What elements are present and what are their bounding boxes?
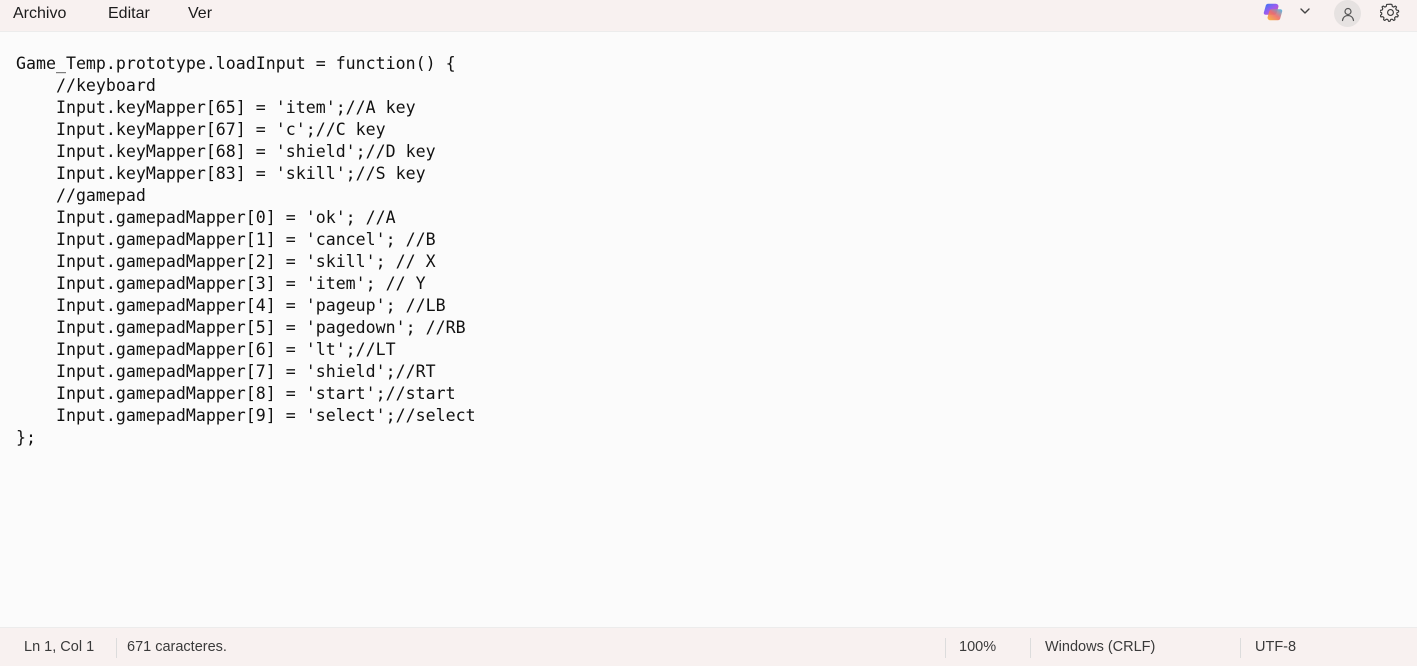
editor-line[interactable]: Input.gamepadMapper[1] = 'cancel'; //B <box>16 229 476 251</box>
editor-line[interactable]: Input.gamepadMapper[0] = 'ok'; //A <box>16 207 476 229</box>
text-editor[interactable]: Game_Temp.prototype.loadInput = function… <box>0 33 1417 627</box>
status-divider <box>116 638 117 658</box>
status-divider <box>1240 638 1241 658</box>
editor-line[interactable]: Input.gamepadMapper[8] = 'start';//start <box>16 383 476 405</box>
editor-line[interactable]: Game_Temp.prototype.loadInput = function… <box>16 53 476 75</box>
editor-line[interactable]: //gamepad <box>16 185 476 207</box>
editor-line[interactable]: Input.gamepadMapper[9] = 'select';//sele… <box>16 405 476 427</box>
editor-line[interactable]: Input.gamepadMapper[4] = 'pageup'; //LB <box>16 295 476 317</box>
editor-text[interactable]: Game_Temp.prototype.loadInput = function… <box>16 53 476 449</box>
editor-line[interactable]: Input.keyMapper[67] = 'c';//C key <box>16 119 476 141</box>
chevron-down-icon[interactable] <box>1298 4 1312 18</box>
character-count: 671 caracteres. <box>127 639 227 655</box>
editor-line[interactable]: Input.gamepadMapper[7] = 'shield';//RT <box>16 361 476 383</box>
copilot-button[interactable] <box>1262 1 1318 23</box>
zoom-level[interactable]: 100% <box>959 639 996 655</box>
editor-line[interactable]: Input.keyMapper[65] = 'item';//A key <box>16 97 476 119</box>
encoding[interactable]: UTF-8 <box>1255 639 1296 655</box>
editor-line[interactable]: Input.gamepadMapper[3] = 'item'; // Y <box>16 273 476 295</box>
menu-file[interactable]: Archivo <box>13 5 66 23</box>
editor-line[interactable]: Input.keyMapper[68] = 'shield';//D key <box>16 141 476 163</box>
menu-edit[interactable]: Editar <box>108 5 150 23</box>
cursor-position: Ln 1, Col 1 <box>24 639 95 655</box>
editor-line[interactable]: Input.gamepadMapper[5] = 'pagedown'; //R… <box>16 317 476 339</box>
editor-line[interactable]: Input.gamepadMapper[6] = 'lt';//LT <box>16 339 476 361</box>
editor-line[interactable]: }; <box>16 427 476 449</box>
status-bar: Ln 1, Col 1 671 caracteres. 100% Windows… <box>0 627 1417 666</box>
person-icon <box>1341 7 1354 21</box>
menu-view[interactable]: Ver <box>188 5 212 23</box>
editor-line[interactable]: Input.gamepadMapper[2] = 'skill'; // X <box>16 251 476 273</box>
line-ending[interactable]: Windows (CRLF) <box>1045 639 1155 655</box>
editor-line[interactable]: Input.keyMapper[83] = 'skill';//S key <box>16 163 476 185</box>
copilot-icon <box>1263 3 1283 21</box>
editor-line[interactable]: //keyboard <box>16 75 476 97</box>
menu-bar: Archivo Editar Ver <box>0 0 1417 32</box>
notepad-window: Archivo Editar Ver Game_Temp.prototype.l… <box>0 0 1417 666</box>
account-button[interactable] <box>1334 0 1361 27</box>
gear-icon[interactable] <box>1380 2 1401 23</box>
status-divider <box>945 638 946 658</box>
status-divider <box>1030 638 1031 658</box>
